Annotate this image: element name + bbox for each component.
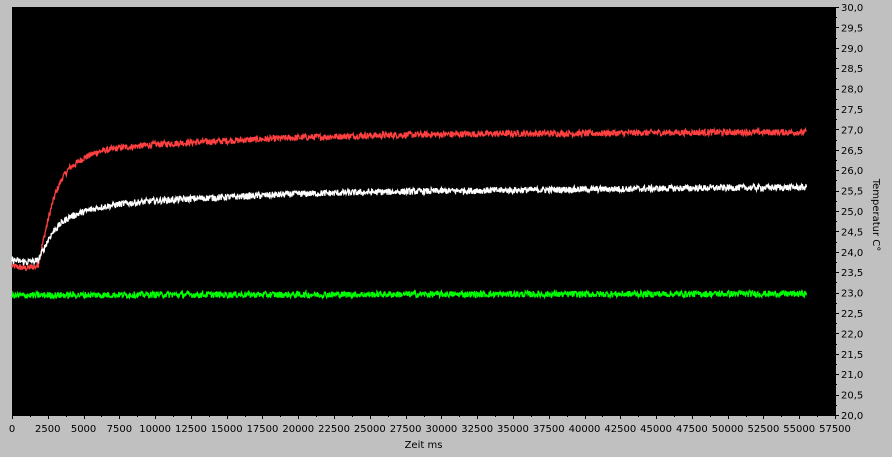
y-tick-label: 20,5 — [841, 391, 863, 402]
y-tick-label: 23,0 — [841, 289, 863, 300]
y-tick-label: 21,0 — [841, 370, 863, 381]
x-tick-label: 42500 — [604, 424, 636, 435]
y-tick-label: 25,0 — [841, 207, 863, 218]
y-tick-label: 23,5 — [841, 268, 863, 279]
y-tick-label: 26,5 — [841, 146, 863, 157]
x-tick-label: 7500 — [107, 424, 132, 435]
x-tick-label: 27500 — [390, 424, 422, 435]
x-tick-label: 52500 — [748, 424, 780, 435]
x-tick-label: 47500 — [676, 424, 708, 435]
y-tick-label: 29,5 — [841, 23, 863, 34]
y-tick-label: 24,5 — [841, 227, 863, 238]
x-tick-label: 15000 — [211, 424, 243, 435]
y-tick-label: 29,0 — [841, 44, 863, 55]
x-tick-label: 35000 — [497, 424, 529, 435]
y-tick-label: 26,0 — [841, 166, 863, 177]
y-axis: 20,0 20,5 21,0 21,5 22,0 22,5 23,0 23,5 24,0 24,5… — [835, 3, 863, 422]
y-tick-label: 22,0 — [841, 329, 863, 340]
x-tick-label: 5000 — [71, 424, 96, 435]
chart: 20,0 20,5 21,0 21,5 22,0 22,5 23,0 23,5 24,0 24,5… — [0, 0, 892, 453]
x-tick-label: 12500 — [175, 424, 207, 435]
y-tick-label: 24,0 — [841, 248, 863, 259]
plot-area — [12, 7, 835, 415]
x-tick-label: 37500 — [533, 424, 565, 435]
x-axis-label: Zeit ms — [405, 440, 443, 451]
x-tick-label: 40000 — [569, 424, 601, 435]
y-tick-label: 22,5 — [841, 309, 863, 320]
x-tick-label: 0 — [9, 424, 15, 435]
y-tick-label: 28,0 — [841, 85, 863, 96]
x-tick-label: 45000 — [640, 424, 672, 435]
x-tick-label: 2500 — [35, 424, 60, 435]
x-tick-label: 50000 — [712, 424, 744, 435]
chart-svg: 20,0 20,5 21,0 21,5 22,0 22,5 23,0 23,5 24,0 24,5… — [9, 3, 881, 451]
x-tick-label: 25000 — [354, 424, 386, 435]
y-tick-label: 25,5 — [841, 187, 863, 198]
y-tick-label: 27,5 — [841, 105, 863, 116]
x-tick-label: 10000 — [139, 424, 171, 435]
x-axis: 0 2500 5000 7500 10000 12500 15000 17500 20000 22… — [9, 415, 851, 435]
x-tick-label: 17500 — [247, 424, 279, 435]
y-tick-label: 28,5 — [841, 64, 863, 75]
x-tick-label: 32500 — [461, 424, 493, 435]
y-tick-label: 27,0 — [841, 125, 863, 136]
x-tick-label: 57500 — [819, 424, 851, 435]
x-tick-label: 20000 — [282, 424, 314, 435]
x-tick-label: 30000 — [425, 424, 457, 435]
y-tick-label: 20,0 — [841, 411, 863, 422]
y-axis-label: Temperatur C° — [870, 178, 881, 252]
x-tick-label: 55000 — [783, 424, 815, 435]
y-tick-label: 30,0 — [841, 3, 863, 14]
x-tick-label: 22500 — [318, 424, 350, 435]
y-tick-label: 21,5 — [841, 350, 863, 361]
